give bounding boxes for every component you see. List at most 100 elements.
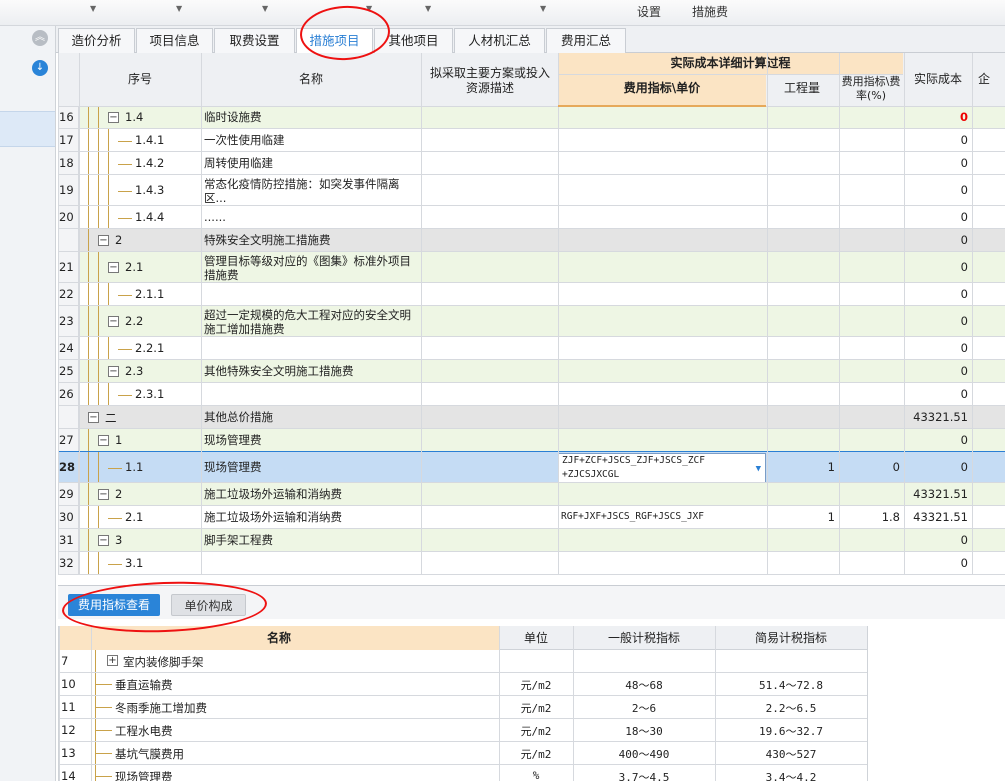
col-header-name[interactable]: 名称 <box>201 72 421 87</box>
row-name[interactable]: 超过一定规模的危大工程对应的安全文明 施工增加措施费 <box>204 308 419 336</box>
row-name[interactable]: ...... <box>204 210 419 224</box>
actual-cost-cell[interactable]: 0 <box>904 233 968 247</box>
collapse-toggle-icon[interactable]: − <box>88 411 99 423</box>
actual-cost-cell[interactable]: 0 <box>904 260 968 274</box>
tree-branch-line <box>108 467 122 469</box>
tab-fee-summary[interactable]: 费用汇总 <box>546 28 626 53</box>
download-icon[interactable]: ↓ <box>32 60 48 76</box>
toolbar-settings-button[interactable]: 设置 <box>637 3 661 20</box>
actual-cost-cell[interactable]: 0 <box>904 133 968 147</box>
row-name[interactable]: 施工垃圾场外运输和消纳费 <box>204 510 419 524</box>
actual-cost-cell[interactable]: 0 <box>904 364 968 378</box>
table-row[interactable]: 7 + 室内装修脚手架 <box>59 650 867 673</box>
actual-cost-cell[interactable]: 0 <box>904 287 968 301</box>
dropdown-caret-icon[interactable]: ▼ <box>425 4 431 13</box>
collapse-toggle-icon[interactable]: − <box>98 534 109 546</box>
row-name[interactable]: 工程水电费 <box>115 723 485 739</box>
col-header-rate[interactable]: 费用指标\费率(%) <box>839 75 903 103</box>
collapse-toggle-icon[interactable]: − <box>108 111 119 123</box>
table-row[interactable]: 14 现场管理费% 3.7～4.5 3.4～4.2 <box>59 765 867 781</box>
row-number: 26 <box>59 386 74 401</box>
lower-col-header-name[interactable]: 名称 <box>59 631 499 646</box>
rate-cell[interactable]: 0 <box>839 460 900 474</box>
collapse-toggle-icon[interactable]: − <box>98 434 109 446</box>
dropdown-caret-icon[interactable]: ▼ <box>540 4 546 13</box>
collapse-toggle-icon[interactable]: − <box>108 365 119 377</box>
quantity-cell[interactable]: 1 <box>767 460 835 474</box>
formula-cell[interactable]: ZJF+ZCF+JSCS_ZJF+JSCS_ZCF +ZJCSJXCGL ▼ <box>558 453 766 483</box>
row-name[interactable]: 垂直运输费 <box>115 677 485 693</box>
left-nav-selected-item[interactable] <box>0 111 55 147</box>
tab-fee-settings[interactable]: 取费设置 <box>214 28 295 53</box>
row-number: 18 <box>59 155 74 170</box>
actual-cost-cell[interactable]: 0 <box>904 533 968 547</box>
col-header-cost[interactable]: 实际成本 <box>904 72 972 87</box>
row-name[interactable]: 特殊安全文明施工措施费 <box>204 233 419 247</box>
collapse-toggle-icon[interactable]: − <box>108 261 119 273</box>
row-name[interactable]: 冬雨季施工增加费 <box>115 700 485 716</box>
actual-cost-cell[interactable]: 0 <box>904 433 968 447</box>
actual-cost-cell[interactable]: 0 <box>904 210 968 224</box>
lower-col-header-simple[interactable]: 简易计税指标 <box>715 631 867 646</box>
table-row[interactable]: 11 冬雨季施工增加费 元/m2 2～6 2.2～6.5 <box>59 696 867 719</box>
actual-cost-cell[interactable]: 0 <box>904 156 968 170</box>
actual-cost-cell[interactable]: 0 <box>904 341 968 355</box>
quantity-cell[interactable]: 1 <box>767 510 835 524</box>
row-name[interactable]: 其他总价措施 <box>204 410 419 424</box>
collapse-up-icon[interactable]: ︽ <box>32 30 48 46</box>
table-row[interactable]: 12 工程水电费 元/m2 18～30 19.6～32.7 <box>59 719 867 742</box>
col-header-desc[interactable]: 拟采取主要方案或投入资源描述 <box>427 66 553 96</box>
toolbar-measure-fee-button[interactable]: 措施费 <box>692 3 728 20</box>
actual-cost-cell[interactable]: 0 <box>904 460 968 474</box>
actual-cost-cell[interactable]: 43321.51 <box>904 410 968 424</box>
tree-branch-line <box>96 684 112 685</box>
dropdown-arrow-icon[interactable]: ▼ <box>756 462 761 476</box>
tree-line <box>88 337 89 360</box>
collapse-toggle-icon[interactable]: − <box>108 315 119 327</box>
col-header-formula[interactable]: 费用指标\单价 <box>558 81 766 96</box>
dropdown-caret-icon[interactable]: ▼ <box>262 4 268 13</box>
lower-col-header-general[interactable]: 一般计税指标 <box>573 631 715 646</box>
actual-cost-cell[interactable]: 43321.51 <box>904 510 968 524</box>
row-name[interactable]: 室内装修脚手架 <box>123 654 493 670</box>
tree-branch-line <box>118 394 132 396</box>
actual-cost-cell[interactable]: 43321.51 <box>904 487 968 501</box>
tree-line <box>88 252 89 283</box>
row-name[interactable]: 现场管理费 <box>204 433 419 447</box>
actual-cost-cell[interactable]: 0 <box>904 314 968 328</box>
expand-toggle-icon[interactable]: + <box>107 655 118 666</box>
row-name[interactable]: 临时设施费 <box>204 110 419 124</box>
row-name[interactable]: 一次性使用临建 <box>204 133 419 147</box>
table-row[interactable]: 10 垂直运输费 元/m2 48～68 51.4～72.8 <box>59 673 867 696</box>
actual-cost-cell[interactable]: 0 <box>904 387 968 401</box>
row-name[interactable]: 周转使用临建 <box>204 156 419 170</box>
col-header-seq[interactable]: 序号 <box>80 72 200 87</box>
collapse-toggle-icon[interactable]: − <box>98 488 109 500</box>
actual-cost-cell[interactable]: 0 <box>904 556 968 570</box>
row-name[interactable]: 基坑气膜费用 <box>115 746 485 762</box>
row-name[interactable]: 管理目标等级对应的《图集》标准外项目 措施费 <box>204 254 419 282</box>
tab-cost-analysis[interactable]: 造价分析 <box>58 28 135 53</box>
row-name[interactable]: 脚手架工程费 <box>204 533 419 547</box>
col-header-extra[interactable]: 企 <box>978 72 1005 87</box>
tab-labor-material-summary[interactable]: 人材机汇总 <box>454 28 545 53</box>
tree-line <box>98 306 99 337</box>
tab-project-info[interactable]: 项目信息 <box>136 28 213 53</box>
actual-cost-cell[interactable]: 0 <box>904 183 968 197</box>
rate-cell[interactable]: 1.8 <box>839 510 900 524</box>
table-row[interactable]: 13 基坑气膜费用 元/m2 400～490 430～527 <box>59 742 867 765</box>
row-name[interactable]: 施工垃圾场外运输和消纳费 <box>204 487 419 501</box>
collapse-toggle-icon[interactable]: − <box>98 234 109 246</box>
simple-cell: 19.6～32.7 <box>759 725 823 738</box>
row-name[interactable]: 其他特殊安全文明施工措施费 <box>204 364 419 378</box>
row-name[interactable]: 常态化疫情防控措施：如突发事件隔离 区... <box>204 177 419 205</box>
row-code: 1.4.2 <box>135 155 165 170</box>
row-number: 14 <box>61 769 76 781</box>
lower-col-header-unit[interactable]: 单位 <box>499 631 573 646</box>
dropdown-caret-icon[interactable]: ▼ <box>90 4 96 13</box>
row-name[interactable]: 现场管理费 <box>115 769 485 781</box>
col-header-qty[interactable]: 工程量 <box>767 81 837 96</box>
dropdown-caret-icon[interactable]: ▼ <box>176 4 182 13</box>
actual-cost-cell[interactable]: 0 <box>904 110 968 124</box>
row-name[interactable]: 现场管理费 <box>204 460 419 474</box>
